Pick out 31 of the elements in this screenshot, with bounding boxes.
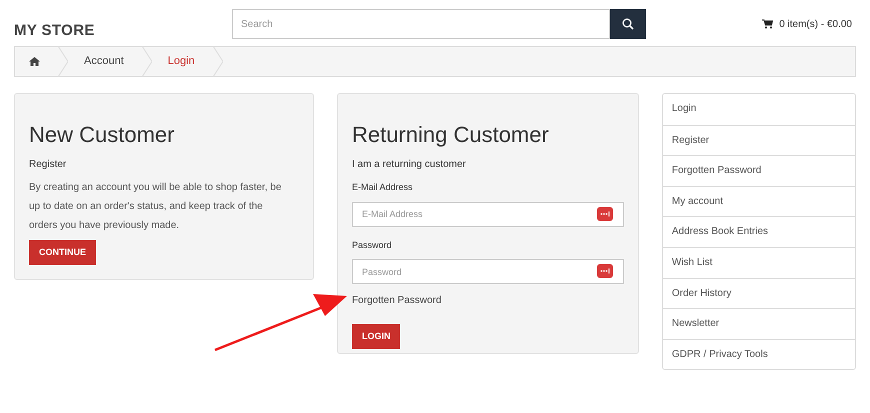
login-button[interactable]: LOGIN xyxy=(352,324,400,349)
input-field[interactable]: E-Mail Address xyxy=(352,202,624,226)
cart-summary[interactable]: 0 item(s) - €0.00 xyxy=(779,16,852,32)
sidebar-item[interactable]: Order History xyxy=(662,278,855,308)
home-icon xyxy=(29,57,40,66)
search-button[interactable] xyxy=(610,9,646,39)
password-manager-icon[interactable] xyxy=(596,264,613,278)
cart-icon xyxy=(762,19,774,29)
sidebar-item[interactable]: Address Book Entries xyxy=(662,216,855,247)
sidebar-item[interactable]: Register xyxy=(662,124,855,156)
breadcrumb-link[interactable]: Login xyxy=(152,47,213,76)
continue-button[interactable]: CONTINUE xyxy=(29,240,96,265)
input-field[interactable]: Password xyxy=(352,259,624,284)
sidebar-item[interactable]: My account xyxy=(662,186,855,216)
card-title: Returning Customer xyxy=(352,121,550,149)
sidebar-item[interactable]: Forgotten Password xyxy=(662,155,855,186)
card-title: New Customer xyxy=(29,121,176,149)
search-field[interactable]: Search xyxy=(232,9,610,39)
store-logo[interactable]: MY STORE xyxy=(14,6,232,42)
card-subtitle: I am a returning customer xyxy=(352,158,467,172)
sidebar-item[interactable]: Newsletter xyxy=(662,308,855,339)
sidebar-item[interactable]: GDPR / Privacy Tools xyxy=(662,338,855,370)
field-label: E-Mail Address xyxy=(352,181,414,194)
card-description: By creating an account you will be able to shop faster, be up to date on an order's status, and keep track of the orders you have previously made. xyxy=(29,181,282,233)
search-icon xyxy=(622,18,634,30)
breadcrumb-link[interactable]: Account xyxy=(68,47,142,76)
field-label: Password xyxy=(352,238,392,252)
sidebar-item[interactable]: Wish List xyxy=(662,246,855,278)
forgotten-password-link[interactable]: Forgotten Password xyxy=(352,295,442,306)
card-subtitle: Register xyxy=(29,158,68,172)
sidebar-item[interactable]: Login xyxy=(662,94,855,125)
